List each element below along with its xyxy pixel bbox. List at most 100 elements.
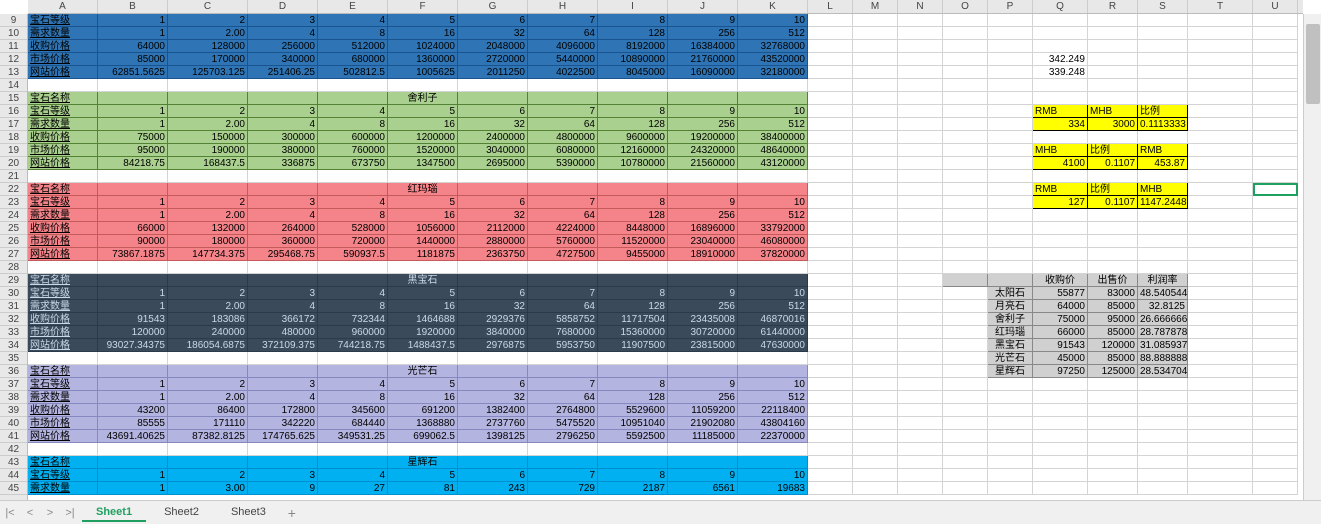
cell-T20[interactable] bbox=[1188, 157, 1253, 170]
cell-G36[interactable] bbox=[458, 365, 528, 378]
cell-N17[interactable] bbox=[898, 118, 943, 131]
cell-Q30[interactable]: 55877 bbox=[1033, 287, 1088, 300]
cell-B23[interactable]: 1 bbox=[98, 196, 168, 209]
cell-O43[interactable] bbox=[943, 456, 988, 469]
cell-A27[interactable]: 网站价格 bbox=[28, 248, 98, 261]
cell-B38[interactable]: 1 bbox=[98, 391, 168, 404]
cell-P13[interactable] bbox=[988, 66, 1033, 79]
cell-P28[interactable] bbox=[988, 261, 1033, 274]
cell-F20[interactable]: 1347500 bbox=[388, 157, 458, 170]
cell-K38[interactable]: 512 bbox=[738, 391, 808, 404]
cell-H41[interactable]: 2796250 bbox=[528, 430, 598, 443]
cell-Q40[interactable] bbox=[1033, 417, 1088, 430]
cell-Q26[interactable] bbox=[1033, 235, 1088, 248]
col-header-D[interactable]: D bbox=[248, 0, 318, 13]
col-header-P[interactable]: P bbox=[988, 0, 1033, 13]
cell-A24[interactable]: 需求数量 bbox=[28, 209, 98, 222]
cell-F26[interactable]: 1440000 bbox=[388, 235, 458, 248]
cell-Q24[interactable] bbox=[1033, 209, 1088, 222]
cell-P20[interactable] bbox=[988, 157, 1033, 170]
cell-C37[interactable]: 2 bbox=[168, 378, 248, 391]
cell-S35[interactable]: 88.88888889 bbox=[1138, 352, 1188, 365]
cell-C17[interactable]: 2.00 bbox=[168, 118, 248, 131]
cell-I40[interactable]: 10951040 bbox=[598, 417, 668, 430]
cell-A31[interactable]: 需求数量 bbox=[28, 300, 98, 313]
cell-R41[interactable] bbox=[1088, 430, 1138, 443]
cell-Q45[interactable] bbox=[1033, 482, 1088, 495]
cell-B16[interactable]: 1 bbox=[98, 105, 168, 118]
cell-P40[interactable] bbox=[988, 417, 1033, 430]
cell-N12[interactable] bbox=[898, 53, 943, 66]
cell-B22[interactable] bbox=[98, 183, 168, 196]
cell-H32[interactable]: 5858752 bbox=[528, 313, 598, 326]
cell-A21[interactable] bbox=[28, 170, 98, 183]
cell-A15[interactable]: 宝石名称 bbox=[28, 92, 98, 105]
cell-E11[interactable]: 512000 bbox=[318, 40, 388, 53]
cell-B20[interactable]: 84218.75 bbox=[98, 157, 168, 170]
cell-B35[interactable] bbox=[98, 352, 168, 365]
cell-H18[interactable]: 4800000 bbox=[528, 131, 598, 144]
cell-G20[interactable]: 2695000 bbox=[458, 157, 528, 170]
cell-D9[interactable]: 3 bbox=[248, 14, 318, 27]
cell-Q12[interactable]: 342.249 bbox=[1033, 53, 1088, 66]
cell-N38[interactable] bbox=[898, 391, 943, 404]
cell-D26[interactable]: 360000 bbox=[248, 235, 318, 248]
cell-M22[interactable] bbox=[853, 183, 898, 196]
cell-K32[interactable]: 46870016 bbox=[738, 313, 808, 326]
cell-S38[interactable] bbox=[1138, 391, 1188, 404]
cell-B37[interactable]: 1 bbox=[98, 378, 168, 391]
cell-H26[interactable]: 5760000 bbox=[528, 235, 598, 248]
cell-U36[interactable] bbox=[1253, 365, 1298, 378]
cell-F18[interactable]: 1200000 bbox=[388, 131, 458, 144]
cell-P26[interactable] bbox=[988, 235, 1033, 248]
cell-M25[interactable] bbox=[853, 222, 898, 235]
cell-I10[interactable]: 128 bbox=[598, 27, 668, 40]
cell-F30[interactable]: 5 bbox=[388, 287, 458, 300]
cell-I37[interactable]: 8 bbox=[598, 378, 668, 391]
cell-F36[interactable]: 光芒石 bbox=[388, 365, 458, 378]
cell-A37[interactable]: 宝石等级 bbox=[28, 378, 98, 391]
cell-K42[interactable] bbox=[738, 443, 808, 456]
cell-F29[interactable]: 黑宝石 bbox=[388, 274, 458, 287]
cell-M38[interactable] bbox=[853, 391, 898, 404]
cell-N41[interactable] bbox=[898, 430, 943, 443]
cell-D41[interactable]: 174765.625 bbox=[248, 430, 318, 443]
cell-L31[interactable] bbox=[808, 300, 853, 313]
cell-Q34[interactable]: 91543 bbox=[1033, 339, 1088, 352]
cell-L22[interactable] bbox=[808, 183, 853, 196]
cell-G14[interactable] bbox=[458, 79, 528, 92]
cell-T38[interactable] bbox=[1188, 391, 1253, 404]
cell-I42[interactable] bbox=[598, 443, 668, 456]
row-header-17[interactable]: 17 bbox=[0, 118, 27, 131]
cell-N22[interactable] bbox=[898, 183, 943, 196]
cell-T45[interactable] bbox=[1188, 482, 1253, 495]
column-headers[interactable]: ABCDEFGHIJKLMNOPQRSTU bbox=[28, 0, 1303, 14]
col-header-Q[interactable]: Q bbox=[1033, 0, 1088, 13]
cell-U21[interactable] bbox=[1253, 170, 1298, 183]
cell-D30[interactable]: 3 bbox=[248, 287, 318, 300]
cell-L13[interactable] bbox=[808, 66, 853, 79]
cell-N15[interactable] bbox=[898, 92, 943, 105]
cell-K30[interactable]: 10 bbox=[738, 287, 808, 300]
cell-F35[interactable] bbox=[388, 352, 458, 365]
cell-N30[interactable] bbox=[898, 287, 943, 300]
cell-T35[interactable] bbox=[1188, 352, 1253, 365]
col-header-I[interactable]: I bbox=[598, 0, 668, 13]
cell-E39[interactable]: 345600 bbox=[318, 404, 388, 417]
cell-A14[interactable] bbox=[28, 79, 98, 92]
cell-E32[interactable]: 732344 bbox=[318, 313, 388, 326]
cell-T28[interactable] bbox=[1188, 261, 1253, 274]
cell-G12[interactable]: 2720000 bbox=[458, 53, 528, 66]
cell-O31[interactable] bbox=[943, 300, 988, 313]
cell-H44[interactable]: 7 bbox=[528, 469, 598, 482]
cell-I21[interactable] bbox=[598, 170, 668, 183]
cell-B44[interactable]: 1 bbox=[98, 469, 168, 482]
cell-G24[interactable]: 32 bbox=[458, 209, 528, 222]
cell-G27[interactable]: 2363750 bbox=[458, 248, 528, 261]
row-header-42[interactable]: 42 bbox=[0, 443, 27, 456]
cell-U23[interactable] bbox=[1253, 196, 1298, 209]
cell-D33[interactable]: 480000 bbox=[248, 326, 318, 339]
cell-Q15[interactable] bbox=[1033, 92, 1088, 105]
vertical-scrollbar[interactable] bbox=[1303, 14, 1321, 500]
cell-D45[interactable]: 9 bbox=[248, 482, 318, 495]
